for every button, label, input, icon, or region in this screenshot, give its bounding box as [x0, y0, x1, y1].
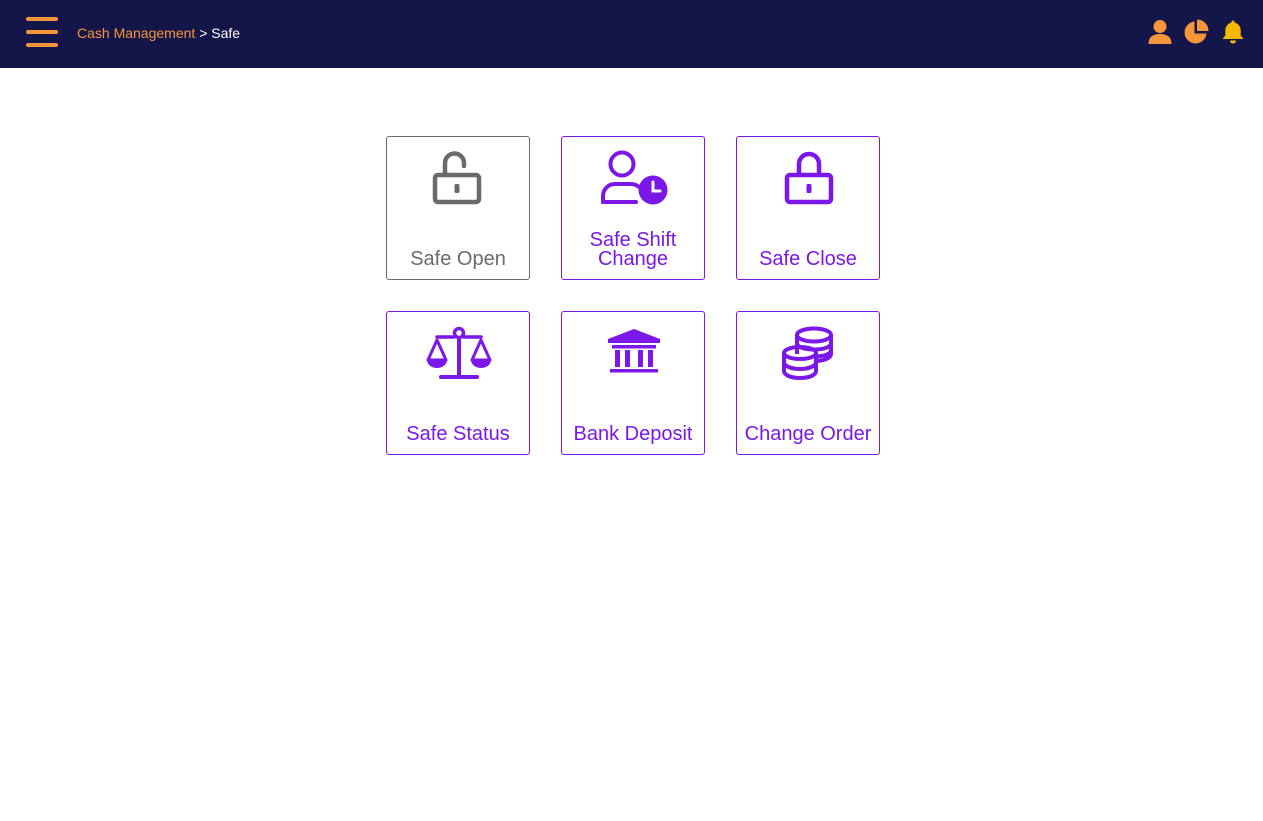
unlock-icon [432, 151, 482, 205]
safe-status-tile[interactable]: Safe Status [386, 311, 530, 455]
user-icon[interactable] [1147, 19, 1173, 45]
user-clock-icon [601, 150, 668, 205]
tile-label: Safe Open [410, 248, 506, 270]
pie-chart-icon[interactable] [1183, 19, 1209, 45]
change-order-tile[interactable]: Change Order [736, 311, 880, 455]
breadcrumb-separator: > [195, 25, 211, 41]
coins-icon [782, 326, 833, 381]
safe-open-tile[interactable]: Safe Open [386, 136, 530, 280]
bank-deposit-tile[interactable]: Bank Deposit [561, 311, 705, 455]
breadcrumb-cash-management[interactable]: Cash Management [77, 25, 195, 41]
scale-balance-icon [426, 326, 492, 379]
tile-label: Change Order [744, 423, 872, 445]
tile-label: Safe Shift Change [589, 229, 677, 270]
safe-close-tile[interactable]: Safe Close [736, 136, 880, 280]
tile-label: Safe Close [759, 248, 857, 270]
hamburger-menu-icon[interactable] [26, 17, 58, 47]
lock-icon [784, 151, 834, 205]
breadcrumb: Cash Management > Safe [77, 25, 240, 41]
tile-label: Safe Status [406, 423, 510, 445]
top-navigation-bar: Cash Management > Safe [0, 0, 1263, 68]
breadcrumb-separator-text: > [199, 25, 208, 41]
bell-icon[interactable] [1220, 19, 1246, 45]
breadcrumb-current-safe: Safe [211, 25, 241, 41]
bank-icon [608, 329, 660, 373]
safe-shift-change-tile[interactable]: Safe Shift Change [561, 136, 705, 280]
tile-label: Bank Deposit [573, 423, 693, 445]
